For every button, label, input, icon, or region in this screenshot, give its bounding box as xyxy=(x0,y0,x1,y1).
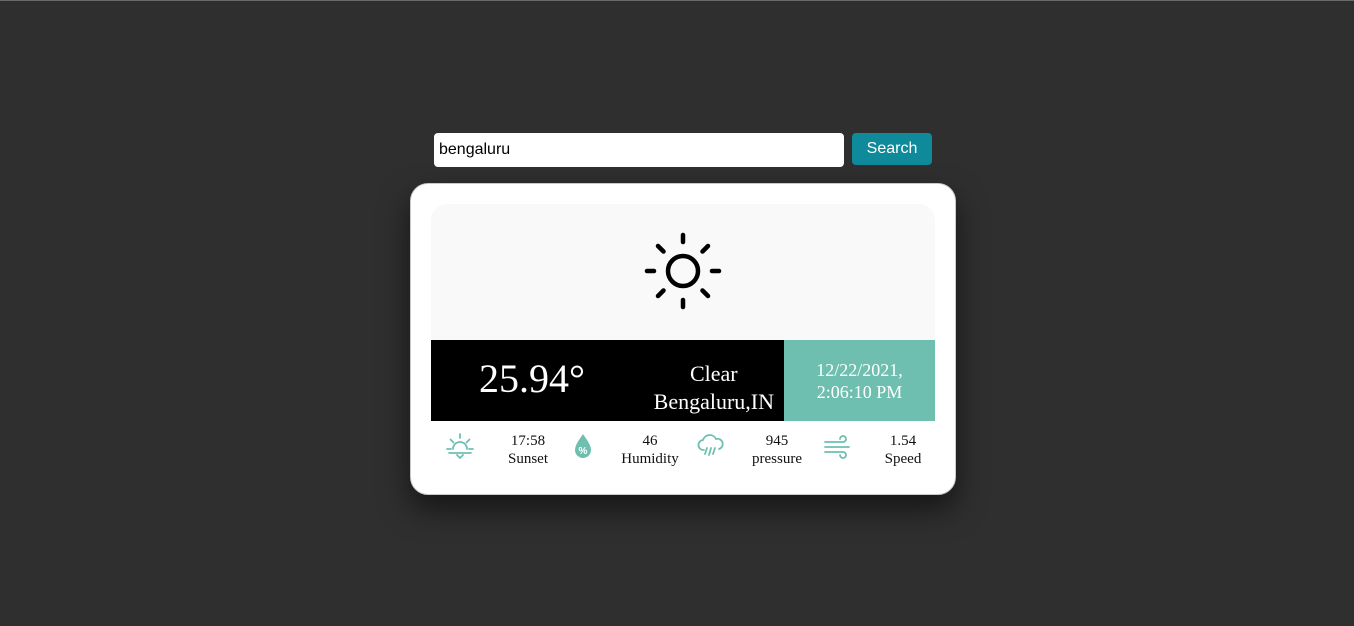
wind-icon xyxy=(824,435,850,459)
wind-speed-label: Speed xyxy=(884,451,922,467)
pressure-label: pressure xyxy=(752,451,802,467)
humidity-icon: % xyxy=(575,434,591,458)
humidity-value: 46 xyxy=(642,433,658,449)
svg-text:%: % xyxy=(579,446,588,457)
humidity-text: 46 Humidity xyxy=(604,432,696,468)
sunset-text: 17:58 Sunset xyxy=(485,432,571,468)
temperature-block: 25.94° xyxy=(431,340,631,421)
pressure-value: 945 xyxy=(765,433,789,449)
window-top-border xyxy=(0,0,1354,1)
stat-pressure: 945 pressure xyxy=(696,431,806,475)
date-block: 12/22/2021, 2:06:10 PM xyxy=(784,340,935,421)
weather-stats: 17:58 Sunset % 46 Humidity 945 pressure … xyxy=(431,431,935,475)
stat-sunset: 17:58 Sunset xyxy=(445,431,555,475)
search-button[interactable]: Search xyxy=(852,133,932,165)
date-text: 12/22/2021, 2:06:10 PM xyxy=(784,359,935,403)
sunset-icon xyxy=(446,433,474,460)
search-bar: Search xyxy=(434,133,932,167)
weather-info-band: 25.94° Clear Bengaluru,IN 12/22/2021, 2:… xyxy=(431,340,935,421)
sun-icon xyxy=(644,232,722,310)
humidity-label: Humidity xyxy=(621,451,679,467)
wind-text: 1.54 Speed xyxy=(861,432,945,468)
weather-location: Bengaluru,IN xyxy=(653,389,774,414)
condition-block: Clear Bengaluru,IN xyxy=(631,340,784,421)
wind-speed-value: 1.54 xyxy=(889,433,917,449)
stat-wind: 1.54 Speed xyxy=(823,431,933,475)
sunset-label: Sunset xyxy=(507,451,548,467)
search-input[interactable] xyxy=(434,133,844,167)
weather-card: 25.94° Clear Bengaluru,IN 12/22/2021, 2:… xyxy=(410,183,956,495)
pressure-text: 945 pressure xyxy=(732,432,822,468)
date-value: 12/22/2021, xyxy=(816,360,903,380)
weather-icon-panel xyxy=(431,204,935,341)
rain-cloud-icon xyxy=(697,434,724,456)
condition-text: Clear Bengaluru,IN xyxy=(654,360,774,416)
temperature-value: 25.94° xyxy=(479,356,585,401)
sunset-value: 17:58 xyxy=(510,433,546,449)
weather-condition: Clear xyxy=(689,361,738,386)
time-value: 2:06:10 PM xyxy=(816,382,903,402)
stat-humidity: % 46 Humidity xyxy=(568,431,679,475)
